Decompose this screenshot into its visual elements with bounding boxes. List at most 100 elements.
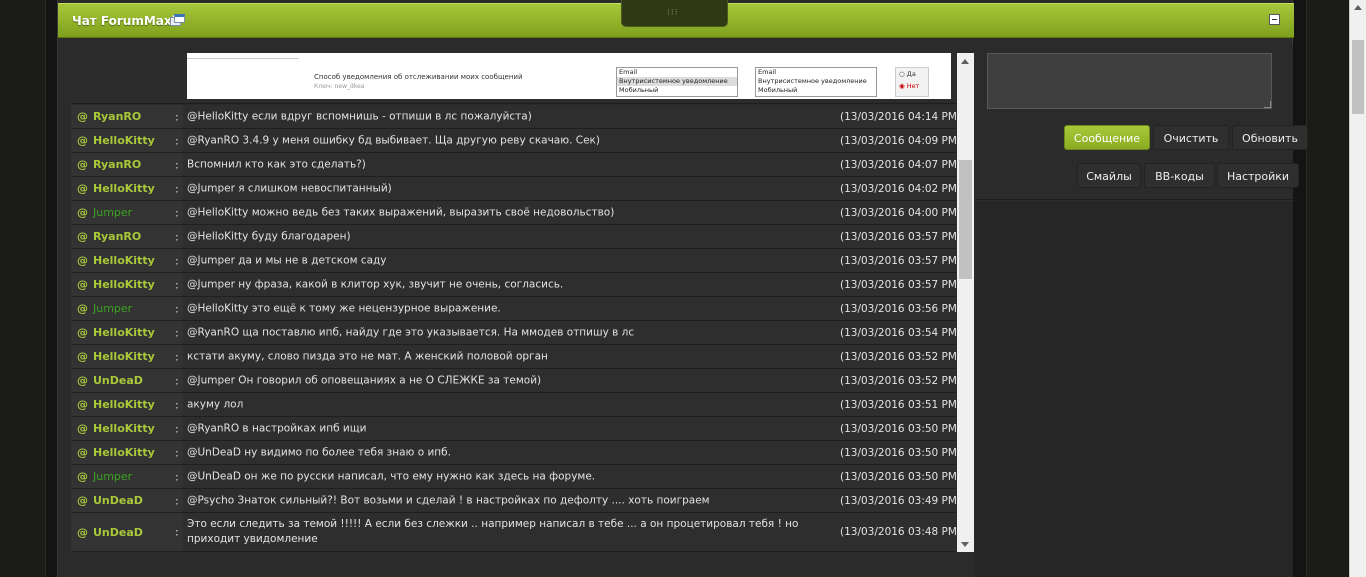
embedded-radio-group: ○ Да ◉ Нет [895, 67, 929, 97]
popout-window-icon[interactable] [170, 14, 185, 27]
message-author-link[interactable]: HelloKitty [93, 254, 155, 267]
message-timestamp: (13/03/2016 04:02 PM) [840, 182, 957, 195]
send-message-button[interactable]: Сообщение [1064, 125, 1150, 150]
message-author-link[interactable]: RyanRO [93, 158, 141, 171]
mention-at-button[interactable]: @ [77, 494, 88, 507]
message-text: @RyanRO ща поставлю ипб, найду где это у… [187, 326, 635, 338]
message-timestamp: (13/03/2016 03:52 PM) [840, 374, 957, 387]
scroll-up-arrow-icon[interactable] [961, 59, 969, 64]
mention-at-button[interactable]: @ [77, 350, 88, 363]
message-text: @Jumper ну фраза, какой в клитор хук, зв… [187, 278, 564, 290]
minimize-icon[interactable] [1269, 14, 1280, 25]
embedded-radio-yes: ○ Да [899, 70, 916, 78]
chat-message-row: @ HelloKitty: акуму лол (13/03/2016 03:51 P… [71, 393, 957, 417]
mention-at-button[interactable]: @ [77, 446, 88, 459]
message-author-link[interactable]: RyanRO [93, 230, 141, 243]
message-text: @RyanRO 3.4.9 у меня ошибку бд выбивает.… [187, 134, 600, 146]
chat-message-row: @ RyanRO: @HelloKitty если вдруг вспомнишь… [71, 105, 957, 129]
clear-button[interactable]: Очистить [1153, 125, 1229, 150]
scroll-down-arrow-icon[interactable] [961, 542, 969, 547]
message-timestamp: (13/03/2016 03:48 PM) [840, 526, 957, 538]
mention-at-button[interactable]: @ [77, 470, 88, 483]
mention-at-button[interactable]: @ [77, 134, 88, 147]
message-timestamp: (13/03/2016 03:51 PM) [840, 398, 957, 411]
message-author-link[interactable]: HelloKitty [93, 278, 155, 291]
message-timestamp: (13/03/2016 03:49 PM) [840, 494, 957, 507]
message-timestamp: (13/03/2016 04:00 PM) [840, 206, 957, 219]
smilies-button[interactable]: Смайлы [1077, 163, 1141, 188]
message-author-cell: @ HelloKitty [71, 249, 183, 272]
page-scrollbar[interactable] [1349, 0, 1366, 577]
message-author-link[interactable]: Jumper [93, 206, 132, 219]
mention-at-button[interactable]: @ [77, 398, 88, 411]
mention-at-button[interactable]: @ [77, 182, 88, 195]
separator: : [175, 350, 179, 363]
chat-message-row: @ HelloKitty: кстати акуму, слово пизда эт… [71, 345, 957, 369]
mention-at-button[interactable]: @ [77, 278, 88, 291]
message-author-link[interactable]: HelloKitty [93, 350, 155, 363]
side-panel-empty-area [975, 201, 1293, 577]
message-author-cell: @ Jumper [71, 297, 183, 320]
separator: : [175, 525, 179, 539]
message-author-link[interactable]: HelloKitty [93, 182, 155, 195]
chat-message-row: @ HelloKitty: @Jumper да и мы не в детском… [71, 249, 957, 273]
page-left-gutter [0, 0, 46, 577]
resize-grip-icon[interactable] [1264, 101, 1271, 108]
mention-at-button[interactable]: @ [77, 230, 88, 243]
mention-at-button[interactable]: @ [77, 110, 88, 123]
chat-message-row: @ HelloKitty: @Jumper ну фраза, какой в кл… [71, 273, 957, 297]
drag-handle[interactable]: ⁝⁝⁝ [621, 0, 728, 27]
page-scrollbar-thumb[interactable] [1352, 40, 1364, 114]
message-timestamp: (13/03/2016 03:50 PM) [840, 422, 957, 435]
message-author-link[interactable]: UnDeaD [93, 494, 143, 507]
message-author-link[interactable]: Jumper [93, 470, 132, 483]
chat-scrollbar[interactable] [957, 53, 974, 552]
mention-at-button[interactable]: @ [77, 254, 88, 267]
mention-at-button[interactable]: @ [77, 206, 88, 219]
message-author-cell: @ HelloKitty [71, 129, 183, 152]
message-author-link[interactable]: RyanRO [93, 110, 141, 123]
embedded-screenshot-image[interactable]: Способ уведомления об отслеживании моих … [187, 53, 951, 99]
message-author-link[interactable]: Jumper [93, 302, 132, 315]
message-author-cell: @ RyanRO [71, 153, 183, 176]
message-author-link[interactable]: HelloKitty [93, 422, 155, 435]
page-right-gutter [1306, 0, 1348, 577]
bbcodes-button[interactable]: BB-коды [1144, 163, 1215, 188]
drag-handle-grip-icon: ⁝⁝⁝ [667, 8, 679, 18]
separator: : [175, 230, 179, 243]
chat-messages-panel: Способ уведомления об отслеживании моих … [71, 53, 957, 552]
message-author-cell: @ RyanRO [71, 105, 183, 128]
mention-at-button[interactable]: @ [77, 374, 88, 387]
scroll-up-arrow-icon[interactable] [1354, 5, 1362, 10]
separator: : [175, 110, 179, 123]
chat-title: Чат ForumMaxi [72, 14, 176, 28]
message-timestamp: (13/03/2016 03:52 PM) [840, 350, 957, 363]
mention-at-button[interactable]: @ [77, 158, 88, 171]
mention-at-button[interactable]: @ [77, 302, 88, 315]
message-author-link[interactable]: UnDeaD [93, 374, 143, 387]
embedded-setting-label: Способ уведомления об отслеживании моих … [314, 73, 523, 81]
message-author-link[interactable]: HelloKitty [93, 326, 155, 339]
message-input[interactable] [987, 53, 1272, 109]
message-timestamp: (13/03/2016 03:57 PM) [840, 230, 957, 243]
mention-at-button[interactable]: @ [77, 326, 88, 339]
message-author-cell: @ UnDeaD [71, 513, 183, 551]
message-author-link[interactable]: HelloKitty [93, 398, 155, 411]
message-author-link[interactable]: HelloKitty [93, 446, 155, 459]
chat-message-row: @ HelloKitty: @Jumper я слишком невоспитан… [71, 177, 957, 201]
settings-button[interactable]: Настройки [1217, 163, 1299, 188]
message-author-link[interactable]: UnDeaD [93, 526, 143, 539]
message-text: акуму лол [187, 398, 244, 410]
separator: : [175, 302, 179, 315]
message-timestamp: (13/03/2016 03:57 PM) [840, 254, 957, 267]
message-author-link[interactable]: HelloKitty [93, 134, 155, 147]
chat-message-row: @ HelloKitty: @RyanRO ща поставлю ипб, най… [71, 321, 957, 345]
mention-at-button[interactable]: @ [77, 526, 88, 539]
separator: : [175, 326, 179, 339]
mention-at-button[interactable]: @ [77, 422, 88, 435]
embedded-listbox: Email Внутрисистемное уведомление Мобиль… [616, 67, 738, 97]
chat-message-row: @ Jumper: @UnDeaD он же по русски написал,… [71, 465, 957, 489]
chat-scrollbar-thumb[interactable] [959, 160, 972, 279]
refresh-button[interactable]: Обновить [1232, 125, 1308, 150]
separator: : [175, 182, 179, 195]
